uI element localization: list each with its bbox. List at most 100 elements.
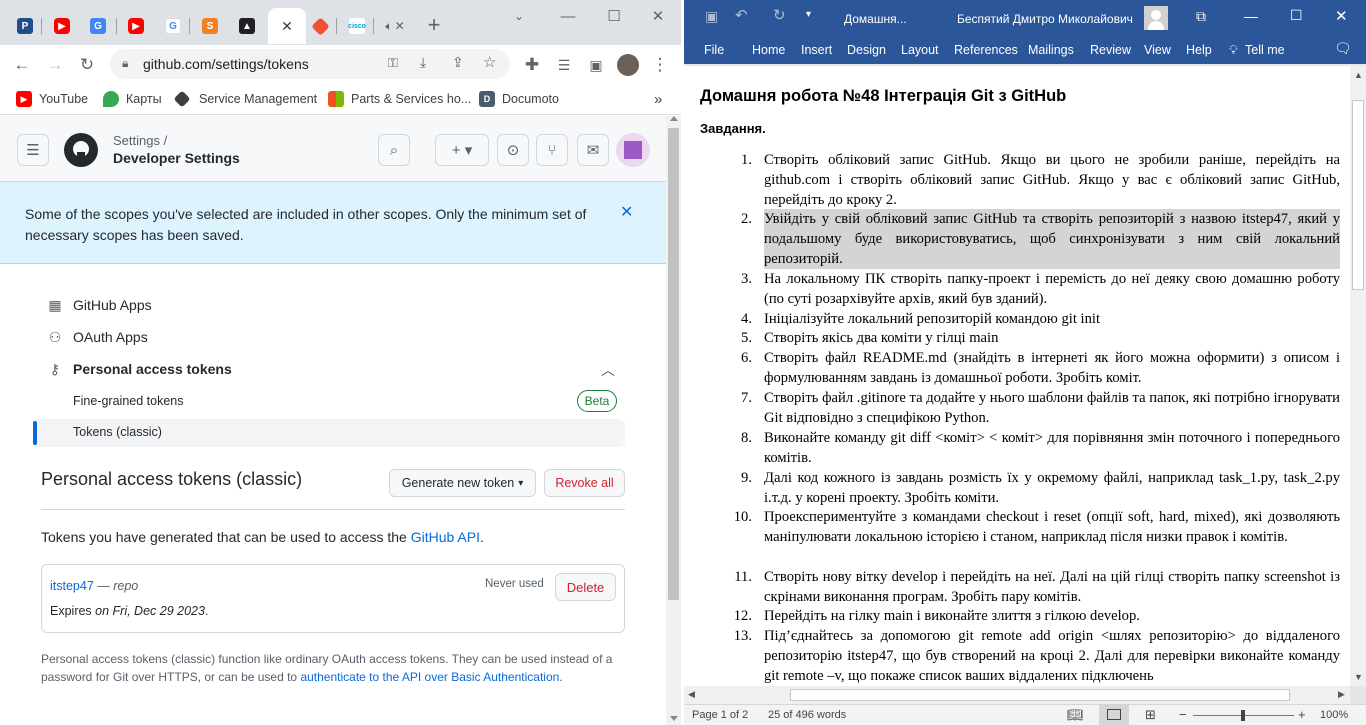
menu-button[interactable]: ☰	[17, 134, 49, 166]
more-bookmarks-icon[interactable]: »	[654, 90, 662, 108]
create-new-button[interactable]: + ▾	[435, 134, 489, 166]
side-panel-icon[interactable]: ▣	[583, 52, 609, 78]
token-name-link[interactable]: itstep47	[50, 579, 94, 593]
github-logo-icon[interactable]	[64, 133, 98, 167]
bookmark-maps[interactable]: Карты	[103, 90, 162, 108]
tab-references[interactable]: References	[954, 43, 1018, 57]
install-icon[interactable]: ⤓	[420, 54, 426, 71]
tab-10[interactable]: cisco	[341, 8, 373, 44]
word-count[interactable]: 25 of 496 words	[768, 709, 846, 721]
reading-list-icon[interactable]: ☰	[551, 52, 577, 78]
bookmark-youtube[interactable]: ▶ YouTube	[16, 90, 88, 108]
scrollbar-thumb[interactable]	[668, 128, 679, 600]
zoom-out-button[interactable]: −	[1179, 707, 1187, 722]
zoom-slider-thumb[interactable]	[1241, 710, 1245, 721]
tab-layout[interactable]: Layout	[901, 43, 939, 57]
sidebar-item-personal-access-tokens[interactable]: ⚷ Personal access tokens	[47, 358, 232, 380]
chevron-up-icon[interactable]: ︿	[601, 360, 615, 380]
tab-6[interactable]: S	[194, 8, 226, 44]
pull-requests-icon[interactable]: ⑂	[536, 134, 568, 166]
issues-icon[interactable]: ⊙	[497, 134, 529, 166]
sidebar-item-oauth-apps[interactable]: ⚇ OAuth Apps	[47, 326, 148, 348]
address-text[interactable]: github.com/settings/tokens	[143, 56, 309, 72]
save-icon[interactable]: ▣	[705, 8, 718, 25]
scroll-left-icon[interactable]: ◀	[688, 689, 695, 700]
close-icon[interactable]: ✕	[281, 18, 293, 35]
chevron-down-icon[interactable]: ⌄	[507, 6, 531, 26]
scrollbar-thumb[interactable]	[1352, 100, 1364, 290]
tab-9[interactable]	[304, 8, 336, 44]
web-layout-icon[interactable]: ⊞	[1145, 707, 1156, 723]
maximize-button[interactable]: ☐	[602, 6, 626, 26]
share-icon[interactable]: ⇪	[452, 54, 464, 71]
new-tab-button[interactable]: +	[421, 12, 447, 38]
close-window-button[interactable]: ✕	[646, 6, 670, 26]
close-icon[interactable]: ✕	[620, 202, 633, 222]
tab-home[interactable]: Home	[752, 43, 785, 57]
key-icon[interactable]: ⚿	[388, 55, 398, 71]
scroll-right-icon[interactable]: ▶	[1338, 689, 1345, 700]
minimize-button[interactable]: —	[556, 6, 580, 26]
comments-icon[interactable]: 🗨︎	[1334, 40, 1352, 57]
scrollbar-thumb[interactable]	[790, 689, 1290, 701]
document-horizontal-scrollbar[interactable]: ◀ ▶	[684, 686, 1350, 704]
minimize-button[interactable]: —	[1244, 8, 1258, 24]
basic-auth-link[interactable]: authenticate to the API over Basic Authe…	[300, 670, 559, 684]
zoom-level[interactable]: 100%	[1320, 709, 1348, 721]
user-avatar[interactable]	[1144, 6, 1168, 30]
close-icon[interactable]: ✕	[395, 19, 405, 33]
page-scrollbar[interactable]	[666, 116, 681, 725]
breadcrumb-developer-settings[interactable]: Developer Settings	[113, 150, 240, 166]
scroll-down-icon[interactable]: ▼	[1354, 672, 1363, 682]
address-bar[interactable]: 🔒︎ github.com/settings/tokens ⚿ ⤓ ⇪ ☆	[110, 49, 510, 79]
user-avatar[interactable]	[616, 133, 650, 167]
extensions-icon[interactable]: ✚	[519, 52, 545, 78]
menu-icon[interactable]: ⋮	[647, 52, 673, 78]
tab-5[interactable]: G	[157, 8, 189, 44]
inbox-icon[interactable]: ✉	[577, 134, 609, 166]
bookmark-service[interactable]: Service Management	[173, 90, 317, 108]
zoom-in-button[interactable]: +	[1298, 707, 1306, 722]
read-mode-icon[interactable]: 📖︎	[1067, 707, 1084, 723]
profile-avatar[interactable]	[615, 52, 641, 78]
bookmark-documoto[interactable]: D Documoto	[479, 90, 559, 108]
back-button[interactable]: ←	[9, 52, 35, 78]
github-api-link[interactable]: GitHub API	[411, 529, 480, 545]
tab-3[interactable]: G	[82, 8, 114, 44]
breadcrumb-settings[interactable]: Settings /	[113, 133, 167, 148]
sidebar-item-github-apps[interactable]: ▦ GitHub Apps	[47, 294, 151, 316]
tab-11[interactable]: 🔈︎ ✕	[379, 8, 411, 44]
tab-active[interactable]: ✕	[268, 8, 306, 44]
bookmark-parts[interactable]: Parts & Services ho...	[328, 90, 471, 108]
tab-file[interactable]: File	[704, 43, 724, 57]
print-layout-icon[interactable]	[1099, 705, 1129, 725]
tab-mailings[interactable]: Mailings	[1028, 43, 1074, 57]
tab-view[interactable]: View	[1144, 43, 1171, 57]
close-window-button[interactable]: ✕	[1335, 7, 1348, 25]
tab-4[interactable]: ▶	[120, 8, 152, 44]
customize-toolbar-icon[interactable]: ▾	[806, 9, 811, 20]
delete-token-button[interactable]: Delete	[555, 573, 616, 601]
star-icon[interactable]: ☆	[483, 53, 496, 71]
page-count[interactable]: Page 1 of 2	[692, 709, 748, 721]
tell-me-search[interactable]: Tell me	[1245, 43, 1285, 57]
tab-1[interactable]: P	[9, 8, 41, 44]
reload-button[interactable]: ↻	[74, 52, 100, 78]
search-icon[interactable]: ⌕	[378, 134, 410, 166]
tab-help[interactable]: Help	[1186, 43, 1212, 57]
tab-design[interactable]: Design	[847, 43, 886, 57]
maximize-button[interactable]: ☐	[1290, 7, 1303, 24]
sidebar-item-fine-grained[interactable]: Fine-grained tokens	[73, 390, 183, 412]
forward-button[interactable]: →	[42, 52, 68, 78]
scroll-up-icon[interactable]: ▲	[1354, 70, 1363, 80]
ribbon-display-icon[interactable]: ⧉	[1196, 8, 1206, 25]
redo-icon[interactable]: ↻	[773, 6, 786, 24]
undo-icon[interactable]: ↶	[735, 6, 748, 24]
sidebar-item-tokens-classic[interactable]: Tokens (classic)	[33, 419, 625, 447]
tab-insert[interactable]: Insert	[801, 43, 832, 57]
user-name[interactable]: Беспятий Дмитро Миколайович	[957, 12, 1133, 26]
tab-review[interactable]: Review	[1090, 43, 1131, 57]
document-page[interactable]: Домашня робота №48 Інтеграція Git з GitH…	[684, 66, 1350, 686]
tab-7[interactable]: ▲	[231, 8, 263, 44]
tab-2[interactable]: ▶	[46, 8, 78, 44]
